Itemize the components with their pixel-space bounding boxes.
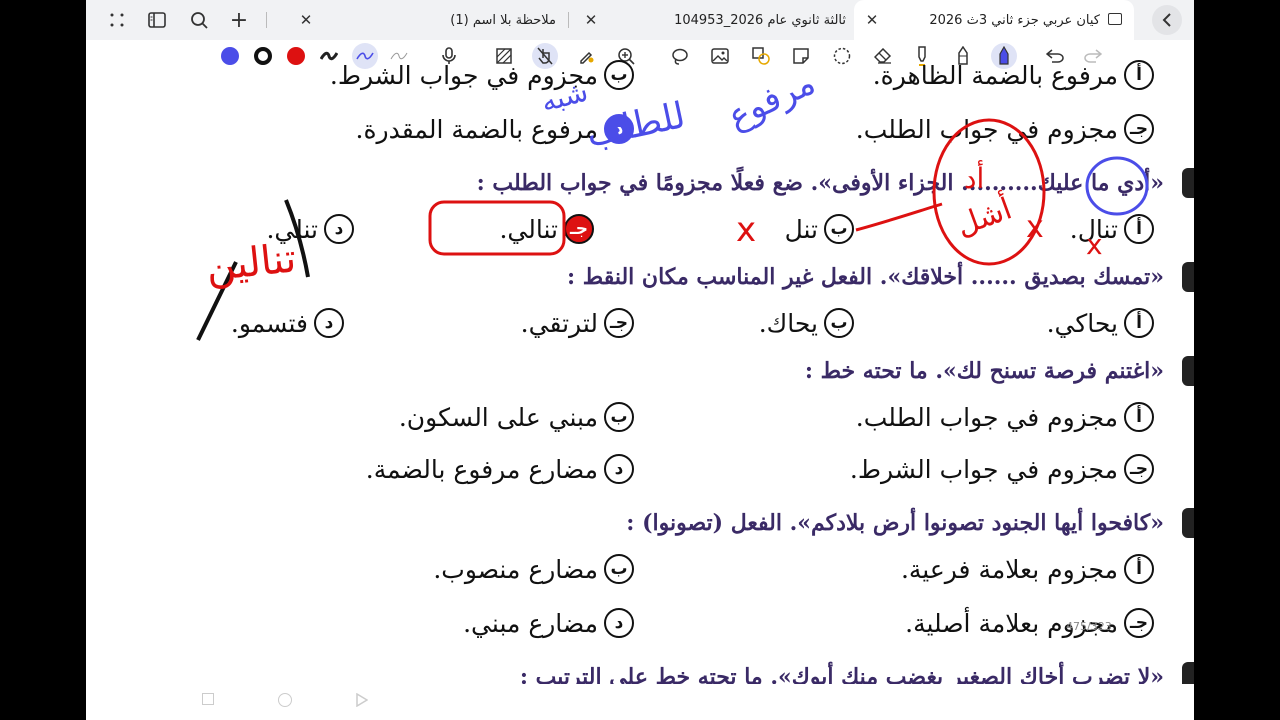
system-nav-bar — [86, 684, 1194, 720]
recent-apps-icon[interactable] — [202, 693, 214, 705]
ink-text-red: تنالين — [203, 235, 299, 291]
shapes-icon[interactable] — [748, 43, 774, 69]
ink-x-mark: x — [1086, 228, 1103, 261]
sidebar-toggle-icon[interactable] — [144, 7, 170, 33]
home-icon[interactable] — [278, 693, 292, 707]
pen-color-black[interactable] — [250, 43, 276, 69]
image-icon[interactable] — [707, 43, 733, 69]
tab-bar: + ✕ ملاحظة بلا اسم (1) ✕ ثالثة ثانوي عام… — [86, 0, 1194, 40]
tab-title: كيان عربي جزء ثاني 3ث 2026 — [929, 12, 1100, 28]
back-icon[interactable] — [356, 692, 369, 711]
ink-text-red: أد — [964, 162, 985, 195]
app-window: + ✕ ملاحظة بلا اسم (1) ✕ ثالثة ثانوي عام… — [86, 0, 1194, 720]
ink-x-mark: x — [1026, 210, 1044, 245]
tab-note[interactable]: ✕ ملاحظة بلا اسم (1) — [286, 0, 586, 40]
new-tab-button[interactable]: + — [226, 7, 252, 33]
chevron-right-icon[interactable] — [1152, 5, 1182, 35]
ink-line-red — [855, 202, 943, 232]
tab-title: ملاحظة بلا اسم (1) — [450, 12, 556, 28]
tab-close-button[interactable]: ✕ — [862, 10, 882, 30]
color-swatch — [287, 47, 305, 65]
ink-layer — [196, 118, 1149, 341]
pen-color-red[interactable] — [283, 43, 309, 69]
ink-x-mark: x — [736, 210, 757, 250]
pen-color-blue[interactable] — [217, 43, 243, 69]
ink-box-red — [428, 200, 566, 256]
lasso-icon[interactable] — [667, 43, 693, 69]
color-swatch — [254, 47, 272, 65]
page-counter: 475/323 — [1066, 620, 1112, 633]
selection-circle-icon[interactable] — [829, 43, 855, 69]
tab-close-button[interactable]: ✕ — [581, 10, 601, 30]
tab-title: ثالثة ثانوي عام 2026_104953 — [674, 12, 846, 28]
color-swatch — [221, 47, 239, 65]
tab-divider — [568, 12, 569, 28]
tab-close-button[interactable]: ✕ — [296, 10, 316, 30]
tab-divider — [266, 12, 267, 28]
apps-grid-icon[interactable] — [104, 7, 130, 33]
search-icon[interactable] — [186, 7, 212, 33]
tab-pdf-general[interactable]: ✕ ثالثة ثانوي عام 2026_104953 — [576, 0, 856, 40]
document-icon — [1108, 13, 1122, 25]
ink-circle-blue — [1085, 156, 1149, 216]
tab-pdf-active[interactable]: ✕ كيان عربي جزء ثاني 3ث 2026 — [854, 0, 1134, 40]
